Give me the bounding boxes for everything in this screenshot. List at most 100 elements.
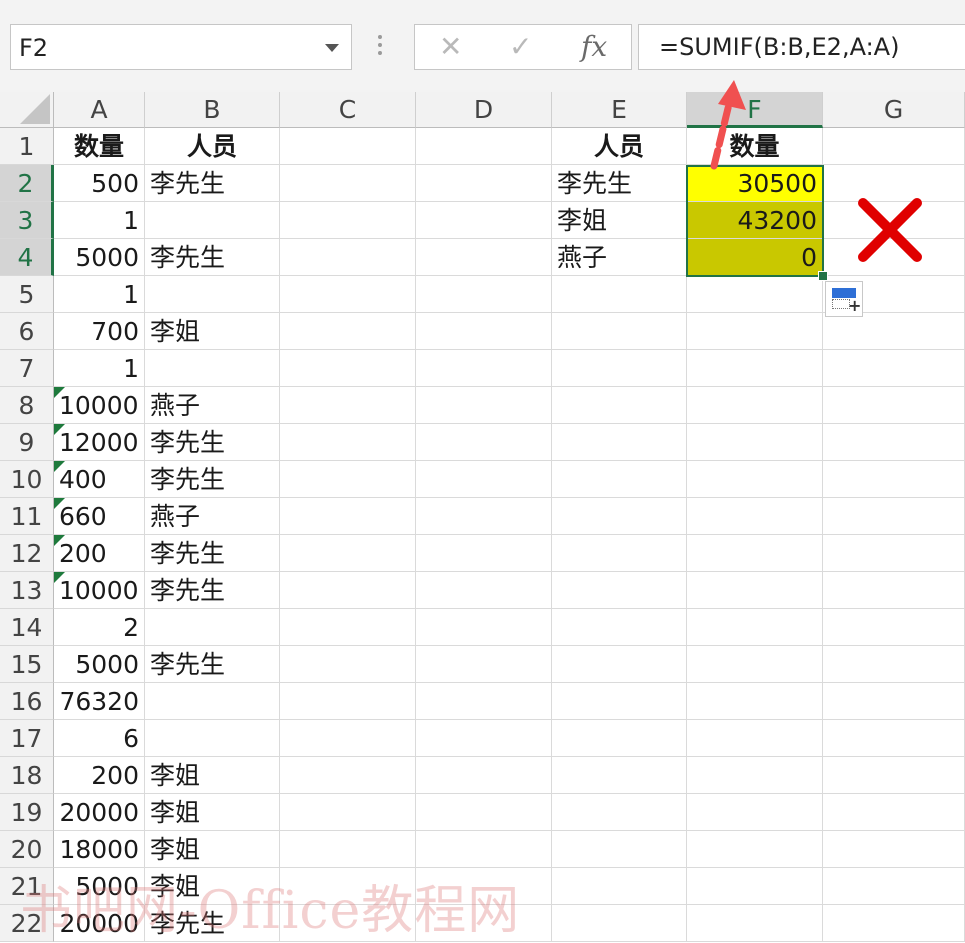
cell-g17[interactable] — [823, 720, 965, 757]
cell-c7[interactable] — [280, 350, 416, 387]
cell-c21[interactable] — [280, 868, 416, 905]
cell-g19[interactable] — [823, 794, 965, 831]
cell-b10[interactable]: 李先生 — [145, 461, 280, 498]
cell-f19[interactable] — [687, 794, 823, 831]
drag-grip-icon[interactable] — [378, 35, 384, 59]
cell-a17[interactable]: 6 — [54, 720, 145, 757]
cell-e3[interactable]: 李姐 — [552, 202, 687, 239]
row-header-12[interactable]: 12 — [0, 535, 54, 572]
cell-c11[interactable] — [280, 498, 416, 535]
cell-f21[interactable] — [687, 868, 823, 905]
cell-a12[interactable]: 200 — [54, 535, 145, 572]
column-header-c[interactable]: C — [280, 92, 416, 128]
cell-a4[interactable]: 5000 — [54, 239, 145, 276]
row-header-22[interactable]: 22 — [0, 905, 54, 942]
cell-a11[interactable]: 660 — [54, 498, 145, 535]
cell-g20[interactable] — [823, 831, 965, 868]
cell-c9[interactable] — [280, 424, 416, 461]
cell-e14[interactable] — [552, 609, 687, 646]
cell-e7[interactable] — [552, 350, 687, 387]
cell-g1[interactable] — [823, 128, 965, 165]
cell-d20[interactable] — [416, 831, 552, 868]
cell-e4[interactable]: 燕子 — [552, 239, 687, 276]
cell-c8[interactable] — [280, 387, 416, 424]
formula-input[interactable]: =SUMIF(B:B,E2,A:A) — [638, 24, 965, 70]
cell-e8[interactable] — [552, 387, 687, 424]
cell-e19[interactable] — [552, 794, 687, 831]
cell-e1[interactable]: 人员 — [552, 128, 687, 165]
row-header-6[interactable]: 6 — [0, 313, 54, 350]
row-header-7[interactable]: 7 — [0, 350, 54, 387]
cell-f9[interactable] — [687, 424, 823, 461]
cell-d16[interactable] — [416, 683, 552, 720]
cell-b13[interactable]: 李先生 — [145, 572, 280, 609]
row-header-21[interactable]: 21 — [0, 868, 54, 905]
row-header-14[interactable]: 14 — [0, 609, 54, 646]
row-header-16[interactable]: 16 — [0, 683, 54, 720]
cell-a18[interactable]: 200 — [54, 757, 145, 794]
row-header-17[interactable]: 17 — [0, 720, 54, 757]
cell-a14[interactable]: 2 — [54, 609, 145, 646]
cell-b12[interactable]: 李先生 — [145, 535, 280, 572]
column-header-b[interactable]: B — [145, 92, 280, 128]
cell-a19[interactable]: 20000 — [54, 794, 145, 831]
cell-e10[interactable] — [552, 461, 687, 498]
cell-a16[interactable]: 76320 — [54, 683, 145, 720]
cell-c12[interactable] — [280, 535, 416, 572]
cell-b11[interactable]: 燕子 — [145, 498, 280, 535]
cell-a13[interactable]: 10000 — [54, 572, 145, 609]
cell-g15[interactable] — [823, 646, 965, 683]
cell-e2[interactable]: 李先生 — [552, 165, 687, 202]
cell-g8[interactable] — [823, 387, 965, 424]
cell-a22[interactable]: 20000 — [54, 905, 145, 942]
cell-f7[interactable] — [687, 350, 823, 387]
row-header-4[interactable]: 4 — [0, 239, 54, 276]
cell-f14[interactable] — [687, 609, 823, 646]
row-header-18[interactable]: 18 — [0, 757, 54, 794]
cell-f4[interactable]: 0 — [687, 239, 823, 276]
cell-d5[interactable] — [416, 276, 552, 313]
cell-g9[interactable] — [823, 424, 965, 461]
row-header-19[interactable]: 19 — [0, 794, 54, 831]
cell-d2[interactable] — [416, 165, 552, 202]
cell-c18[interactable] — [280, 757, 416, 794]
cell-b3[interactable] — [145, 202, 280, 239]
cell-a3[interactable]: 1 — [54, 202, 145, 239]
column-header-a[interactable]: A — [54, 92, 145, 128]
cell-a7[interactable]: 1 — [54, 350, 145, 387]
cell-a10[interactable]: 400 — [54, 461, 145, 498]
cell-f20[interactable] — [687, 831, 823, 868]
cell-d8[interactable] — [416, 387, 552, 424]
cell-c13[interactable] — [280, 572, 416, 609]
cell-c2[interactable] — [280, 165, 416, 202]
cell-b4[interactable]: 李先生 — [145, 239, 280, 276]
cell-g11[interactable] — [823, 498, 965, 535]
cell-g14[interactable] — [823, 609, 965, 646]
cell-a9[interactable]: 12000 — [54, 424, 145, 461]
cell-a1[interactable]: 数量 — [54, 128, 145, 165]
cell-d19[interactable] — [416, 794, 552, 831]
cell-c10[interactable] — [280, 461, 416, 498]
cell-e11[interactable] — [552, 498, 687, 535]
cell-g13[interactable] — [823, 572, 965, 609]
cell-e5[interactable] — [552, 276, 687, 313]
column-header-e[interactable]: E — [552, 92, 687, 128]
cell-b8[interactable]: 燕子 — [145, 387, 280, 424]
cell-f15[interactable] — [687, 646, 823, 683]
cell-g7[interactable] — [823, 350, 965, 387]
cell-c20[interactable] — [280, 831, 416, 868]
cell-c16[interactable] — [280, 683, 416, 720]
cell-c3[interactable] — [280, 202, 416, 239]
row-header-8[interactable]: 8 — [0, 387, 54, 424]
cell-e18[interactable] — [552, 757, 687, 794]
cell-a21[interactable]: 5000 — [54, 868, 145, 905]
cell-b7[interactable] — [145, 350, 280, 387]
row-header-15[interactable]: 15 — [0, 646, 54, 683]
cell-g21[interactable] — [823, 868, 965, 905]
check-icon[interactable]: ✓ — [509, 31, 532, 63]
cell-b20[interactable]: 李姐 — [145, 831, 280, 868]
row-header-5[interactable]: 5 — [0, 276, 54, 313]
cell-d7[interactable] — [416, 350, 552, 387]
cell-f12[interactable] — [687, 535, 823, 572]
cell-g10[interactable] — [823, 461, 965, 498]
